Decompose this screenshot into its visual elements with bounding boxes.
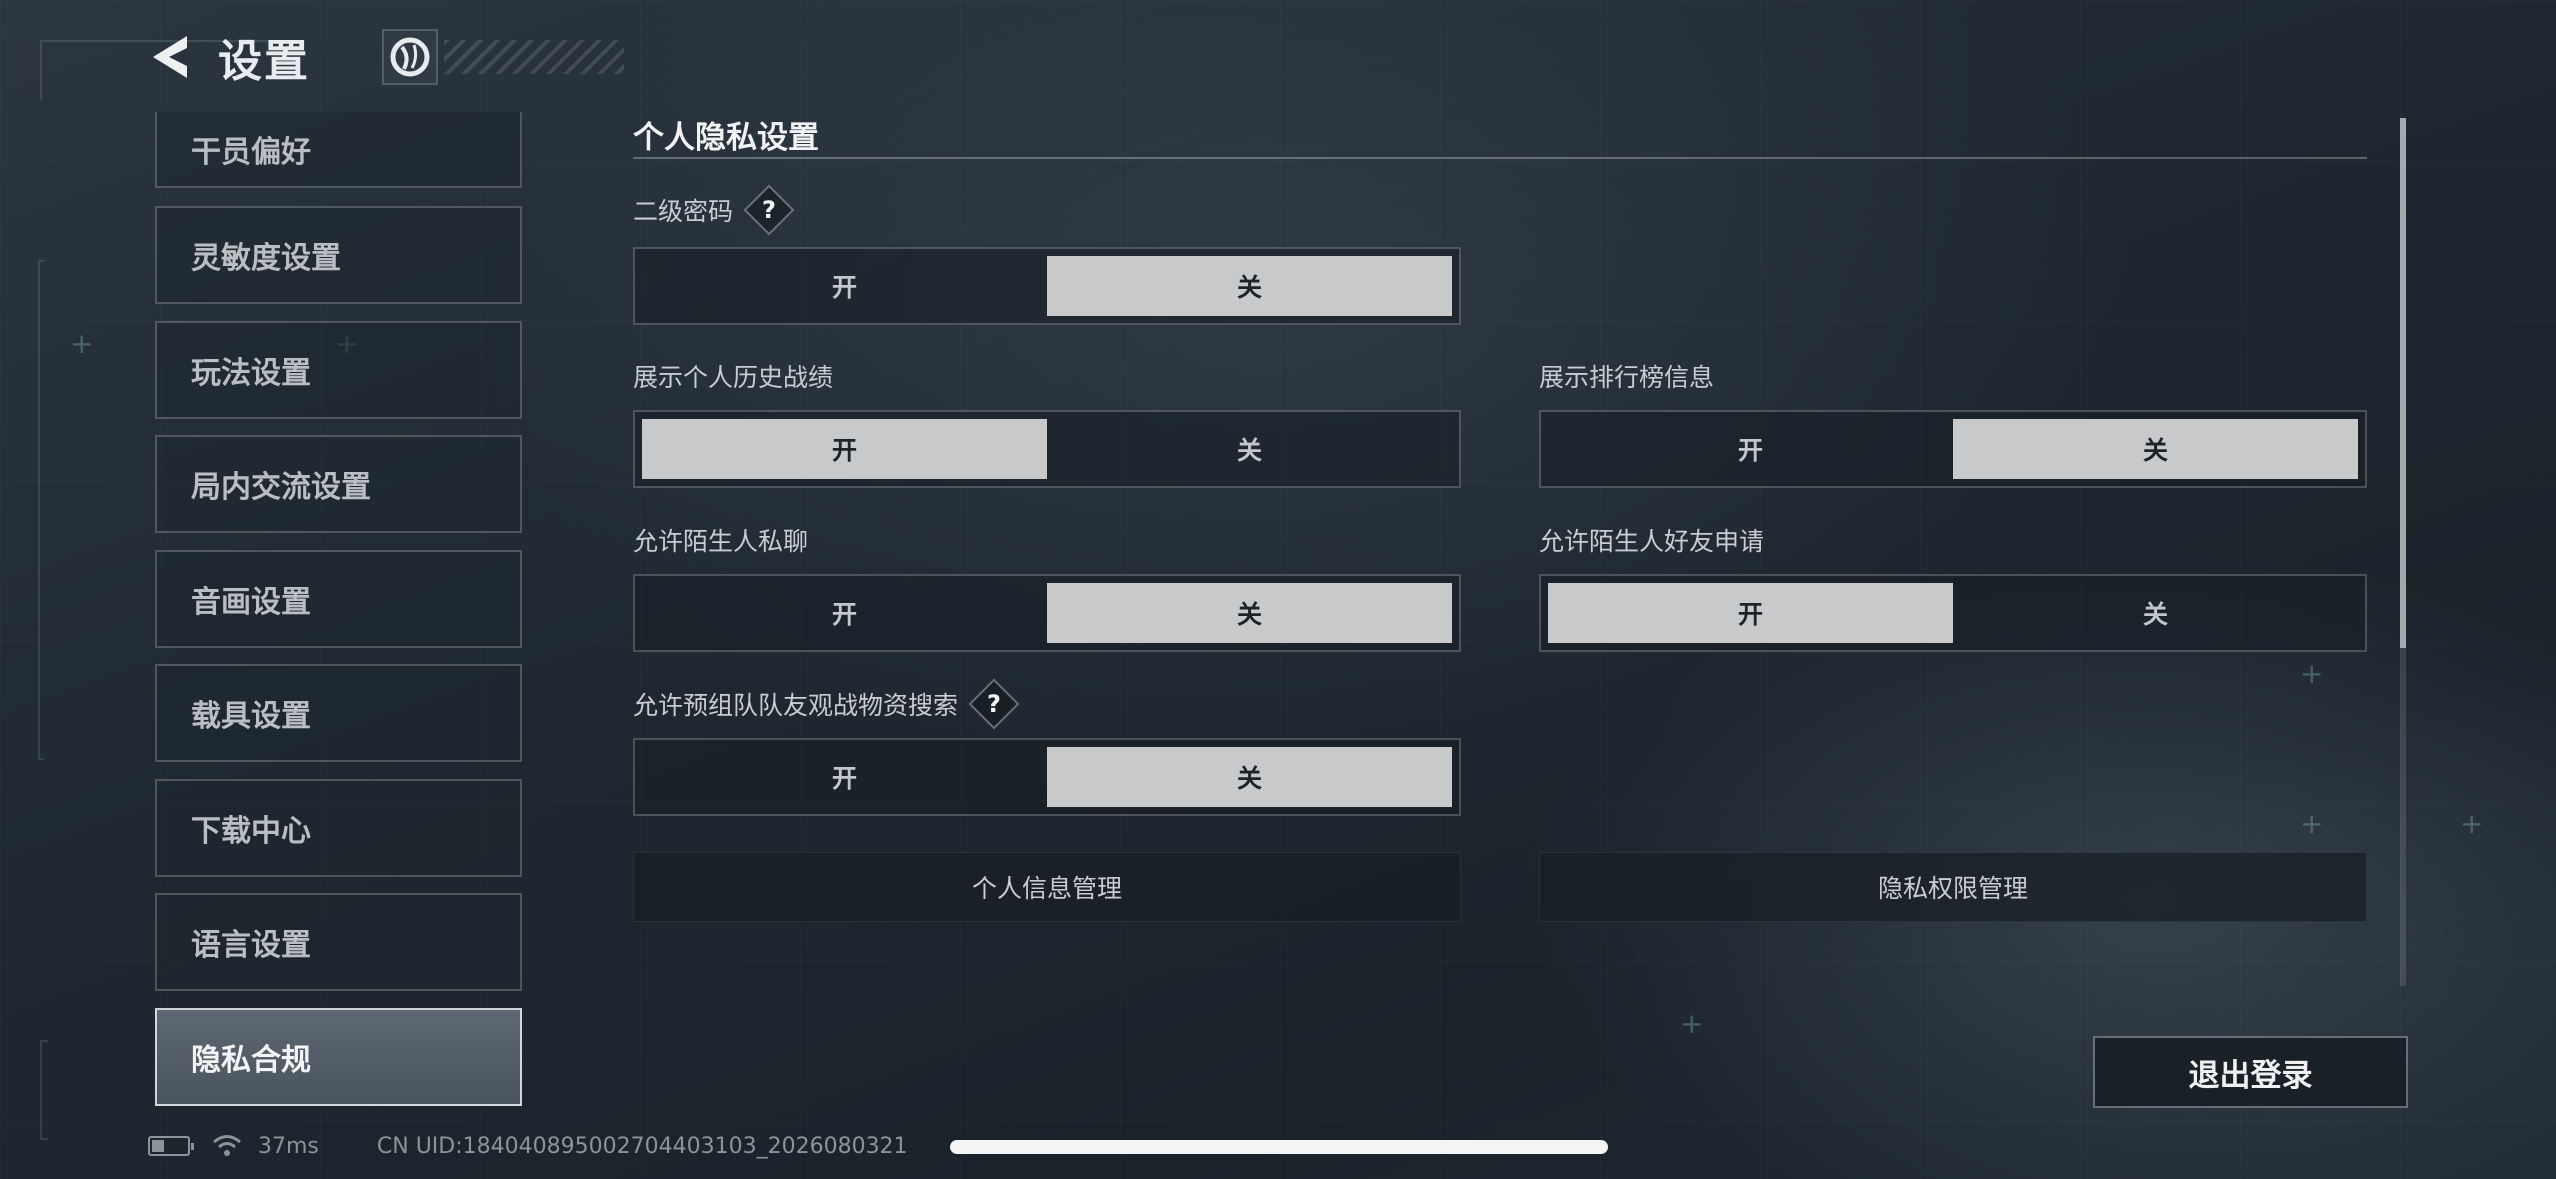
option-on[interactable]: 开 [1548,583,1953,643]
status-bar: 37ms CN UID:184040895002704403103_202608… [148,1128,908,1164]
sidebar-item-download-center[interactable]: 下载中心 [155,779,522,877]
sidebar-item-label: 隐私合规 [191,1043,311,1078]
toggle-teammate-spectate-search: 开 关 [633,738,1461,816]
sidebar-item-label: 玩法设置 [191,356,311,391]
header-stripes-decor [444,40,624,74]
home-indicator[interactable] [950,1140,1608,1154]
plus-decor-6: + [1680,1007,1704,1040]
setting-label-show-leaderboard: 展示排行榜信息 [1539,358,1714,394]
sidebar-item-label: 载具设置 [191,699,311,734]
sidebar-item-label: 语言设置 [191,928,311,963]
option-on[interactable]: 开 [642,419,1047,479]
background-frame-left [38,260,44,760]
sidebar-item-label: 音画设置 [191,585,311,620]
page-title: 设置 [218,36,310,87]
sidebar-item-label: 局内交流设置 [191,470,371,505]
sidebar-item-privacy[interactable]: 隐私合规 [155,1008,522,1106]
background-frame-bottom-left [40,1040,48,1140]
option-off[interactable]: 关 [1047,419,1452,479]
option-off[interactable]: 关 [1047,747,1452,807]
option-on[interactable]: 开 [1548,419,1953,479]
header: 设置 [140,22,624,92]
back-button[interactable] [140,27,200,87]
toggle-show-history: 开 关 [633,410,1461,488]
sidebar-item-sensitivity[interactable]: 灵敏度设置 [155,206,522,304]
help-icon[interactable]: ? [743,184,795,236]
sidebar-item-operator-preference[interactable]: 干员偏好 [155,112,522,188]
plus-decor-3: + [2300,657,2324,690]
sidebar-item-in-game-chat[interactable]: 局内交流设置 [155,435,522,533]
plus-decor-4: + [2300,807,2324,840]
back-arrow-icon [153,36,187,78]
setting-label-text: 展示排行榜信息 [1539,363,1715,392]
scrollbar[interactable] [2400,118,2406,986]
sidebar-item-label: 灵敏度设置 [191,241,341,276]
plus-decor-5: + [2460,807,2484,840]
logout-button[interactable]: 退出登录 [2093,1036,2408,1108]
setting-label-secondary-password: 二级密码 ? [633,184,795,236]
help-icon[interactable]: ? [968,678,1020,730]
toggle-stranger-friend-request: 开 关 [1539,574,2367,652]
personal-info-management-button[interactable]: 个人信息管理 [633,852,1461,922]
option-on[interactable]: 开 [642,747,1047,807]
sidebar-item-label: 下载中心 [191,814,311,849]
option-off[interactable]: 关 [1953,583,2358,643]
wifi-icon [213,1135,241,1156]
setting-label-stranger-friend-request: 允许陌生人好友申请 [1539,522,1764,558]
section-divider [633,157,2367,159]
option-on[interactable]: 开 [642,256,1047,316]
uid-text: CN UID:184040895002704403103_2026080321 [376,1133,908,1159]
sidebar-item-label: 干员偏好 [191,135,311,170]
setting-label-teammate-spectate-search: 允许预组队队友观战物资搜索 ? [633,678,1020,730]
option-off[interactable]: 关 [1047,583,1452,643]
setting-label-show-history: 展示个人历史战绩 [633,358,833,394]
ping-text: 37ms [258,1133,319,1159]
setting-label-text: 允许陌生人私聊 [633,527,809,556]
option-on[interactable]: 开 [642,583,1047,643]
scrollbar-thumb[interactable] [2400,118,2406,648]
option-off[interactable]: 关 [1047,256,1452,316]
help-symbol: ? [987,689,1001,718]
privacy-permission-management-button[interactable]: 隐私权限管理 [1539,852,2367,922]
toggle-secondary-password: 开 关 [633,247,1461,325]
help-symbol: ? [762,195,776,224]
setting-label-text: 允许陌生人好友申请 [1539,527,1765,556]
setting-label-text: 二级密码 [633,197,734,226]
section-title: 个人隐私设置 [633,120,819,156]
battery-icon [148,1136,194,1156]
sidebar-item-language[interactable]: 语言设置 [155,893,522,991]
setting-label-text: 允许预组队队友观战物资搜索 [633,691,959,720]
toggle-show-leaderboard: 开 关 [1539,410,2367,488]
sidebar-item-audio-video[interactable]: 音画设置 [155,550,522,648]
emblem-icon [390,37,430,77]
toggle-stranger-chat: 开 关 [633,574,1461,652]
setting-label-text: 展示个人历史战绩 [633,363,834,392]
plus-decor-1: + [70,327,94,360]
sidebar-item-vehicle[interactable]: 载具设置 [155,664,522,762]
option-off[interactable]: 关 [1953,419,2358,479]
setting-label-stranger-chat: 允许陌生人私聊 [633,522,808,558]
profile-badge-icon[interactable] [382,29,438,85]
sidebar-item-gameplay[interactable]: 玩法设置 [155,321,522,419]
